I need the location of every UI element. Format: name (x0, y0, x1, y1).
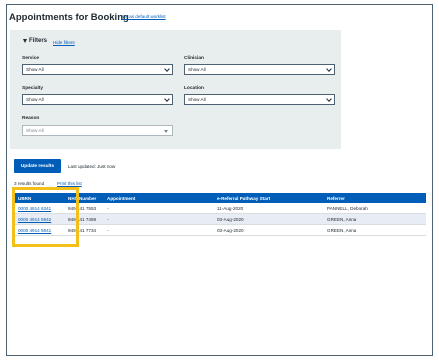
column-header-referrer[interactable]: Referrer (327, 193, 345, 203)
table-row: 0000 4914 5942 949 441 7459 - 03-Aug-202… (14, 214, 426, 225)
results-count: 3 results found (14, 181, 45, 186)
column-header-appointment[interactable]: Appointment (107, 193, 135, 203)
hide-filters-link[interactable]: Hide filters (53, 40, 75, 45)
ubrn-link[interactable]: 0000 4914 5941 (18, 225, 51, 235)
pathway-start-cell: 03-Aug-2020 (217, 216, 244, 222)
table-row: 0000 4914 5941 949 441 7734 - 03-Aug-202… (14, 225, 426, 236)
set-default-worklist-link[interactable]: Set as default worklist (121, 14, 166, 19)
clinician-label: Clinician (184, 56, 204, 61)
page-title: Appointments for Booking (9, 12, 129, 23)
specialty-select-value: Show All (26, 97, 44, 102)
clinician-select[interactable]: Show All (184, 64, 335, 75)
column-header-pathway-start[interactable]: e-Referral Pathway Start (217, 193, 270, 203)
chevron-down-icon (326, 96, 332, 102)
ubrn-link[interactable]: 0000 4914 5942 (18, 214, 51, 224)
nhs-number-cell: 949 441 7553 (68, 205, 97, 211)
nhs-number-cell: 949 441 7734 (68, 227, 97, 233)
table-row: 0000 4914 6341 949 441 7553 - 11-Aug-202… (14, 203, 426, 214)
last-updated-text: Last updated: Just now (68, 164, 116, 169)
referrer-cell: GREEN, Anna (327, 227, 357, 233)
specialty-label: Specialty (22, 86, 44, 91)
specialty-select[interactable]: Show All (22, 94, 173, 105)
appointment-cell: - (107, 227, 109, 233)
service-label: Service (22, 56, 40, 61)
filters-panel: Filters Hide filters Service Show All Cl… (10, 30, 341, 149)
reason-select-value: Show All (26, 128, 44, 133)
reason-label: Reason (22, 116, 40, 121)
service-select-value: Show All (26, 67, 44, 72)
triangle-down-icon (23, 39, 27, 43)
pathway-start-cell: 11-Aug-2020 (217, 205, 244, 211)
update-results-button[interactable]: Update results (14, 159, 61, 173)
referrer-cell: PANNELL, Deborah (327, 205, 368, 211)
column-header-ubrn[interactable]: UBRN (18, 193, 31, 203)
service-select[interactable]: Show All (22, 64, 173, 75)
column-header-nhs-number[interactable]: NHS Number (68, 193, 96, 203)
pathway-start-cell: 03-Aug-2020 (217, 227, 244, 233)
appointment-cell: - (107, 205, 109, 211)
ubrn-link[interactable]: 0000 4914 6341 (18, 203, 51, 213)
nhs-number-cell: 949 441 7459 (68, 216, 97, 222)
chevron-down-icon (326, 66, 332, 72)
clinician-select-value: Show All (188, 67, 206, 72)
location-select[interactable]: Show All (184, 94, 335, 105)
reason-select[interactable]: Show All (22, 125, 173, 136)
print-list-link[interactable]: Print this list (57, 181, 82, 186)
caret-down-icon (164, 130, 168, 133)
chevron-down-icon (164, 66, 170, 72)
table-header: UBRN NHS Number Appointment e-Referral P… (14, 193, 426, 203)
location-label: Location (184, 86, 204, 91)
filters-toggle-label: Filters (29, 38, 48, 44)
referrer-cell: GREEN, Anna (327, 216, 357, 222)
chevron-down-icon (164, 96, 170, 102)
location-select-value: Show All (188, 97, 206, 102)
appointment-cell: - (107, 216, 109, 222)
results-table: UBRN NHS Number Appointment e-Referral P… (14, 193, 426, 236)
filters-toggle[interactable]: Filters (23, 38, 47, 44)
